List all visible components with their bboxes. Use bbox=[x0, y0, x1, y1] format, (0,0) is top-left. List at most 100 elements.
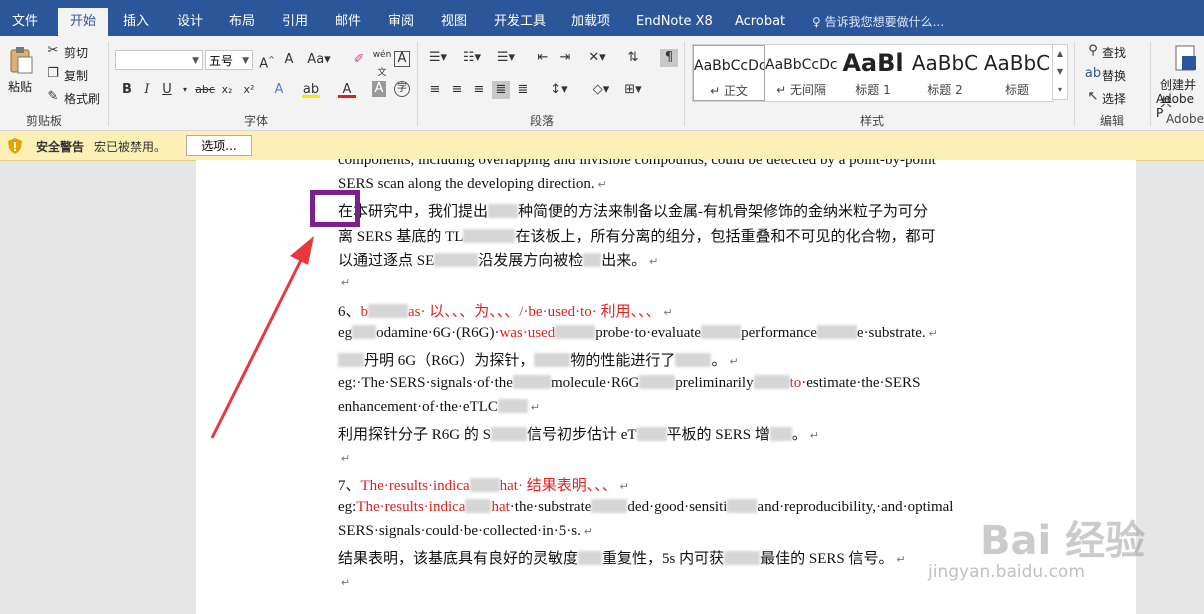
doc-line: SERS·signals·could·be·collected·in·5·s. ↵ bbox=[338, 523, 594, 539]
style-sample: AaBbC bbox=[983, 51, 1051, 75]
tab-developer[interactable]: 开发工具 bbox=[494, 0, 546, 36]
doc-line: 在本研究中，我们提出 种简便的方法来制备以金属-有机骨架修饰的金纳米粒子为可分 bbox=[338, 204, 929, 220]
tab-file[interactable]: 文件 bbox=[12, 0, 38, 36]
doc-heading: 7、The·results·indica hat· 结果表明、、、 ↵ bbox=[338, 478, 629, 494]
tab-home[interactable]: 开始 bbox=[58, 8, 109, 36]
change-case-icon[interactable]: Aa▾ bbox=[306, 51, 332, 69]
clear-format-icon[interactable]: ✐ bbox=[350, 51, 368, 69]
cursor-icon[interactable]: ↖ bbox=[1084, 88, 1102, 106]
bold-icon[interactable]: B bbox=[118, 81, 136, 99]
divider bbox=[417, 42, 418, 126]
replace-icon[interactable]: ab bbox=[1084, 65, 1102, 83]
font-name-combo[interactable]: ▼ bbox=[115, 50, 203, 70]
scissors-icon[interactable]: ✂ bbox=[44, 42, 62, 60]
replace-button[interactable]: 替换 bbox=[1102, 67, 1126, 84]
select-button[interactable]: 选择 bbox=[1102, 90, 1126, 107]
align-center-icon[interactable]: ≡ bbox=[448, 81, 466, 99]
style-title[interactable]: AaBbC 标题 bbox=[981, 45, 1053, 101]
align-right-icon[interactable]: ≡ bbox=[470, 81, 488, 99]
tab-view[interactable]: 视图 bbox=[441, 0, 467, 36]
tab-design[interactable]: 设计 bbox=[177, 0, 203, 36]
underline-icon[interactable]: U bbox=[158, 81, 176, 99]
style-no-spacing[interactable]: AaBbCcDc ↵ 无间隔 bbox=[765, 45, 837, 101]
doc-line: 离 SERS 基底的 TL 在该板上，所有分离的组分，包括重叠和不可见的化合物，都… bbox=[338, 229, 936, 245]
increase-indent-icon[interactable]: ⇥ bbox=[556, 49, 574, 67]
doc-line: eg:The·results·indica hat·the·substrate de… bbox=[338, 499, 954, 515]
find-button[interactable]: 查找 bbox=[1102, 44, 1126, 61]
tell-me-text: 告诉我您想要做什么... bbox=[824, 15, 945, 29]
font-size-combo[interactable]: 五号 ▼ bbox=[205, 50, 253, 70]
style-sample: AaBbC bbox=[911, 51, 979, 75]
strikethrough-icon[interactable]: abc bbox=[194, 81, 216, 99]
lightbulb-icon: ♀ bbox=[812, 15, 825, 29]
styles-scrollbar[interactable]: ▲ ▼ ▾ bbox=[1052, 44, 1068, 100]
editing-group-label: 编辑 bbox=[1100, 114, 1125, 128]
copy-button[interactable]: 复制 bbox=[64, 67, 88, 84]
adobe-group-label: Adobe bbox=[1166, 112, 1204, 126]
doc-line: ↵ bbox=[341, 577, 351, 589]
font-group-label: 字体 bbox=[244, 114, 269, 128]
style-heading-2[interactable]: AaBbC 标题 2 bbox=[909, 45, 981, 101]
paste-button[interactable]: 粘贴 bbox=[8, 78, 32, 95]
cut-button[interactable]: 剪切 bbox=[64, 44, 88, 61]
security-warning-title: 安全警告 bbox=[36, 140, 85, 154]
italic-icon[interactable]: I bbox=[138, 81, 156, 99]
tab-review[interactable]: 审阅 bbox=[388, 0, 414, 36]
doc-line: 以通过逐点 SE 沿发展方向被检 出来。 ↵ bbox=[338, 253, 659, 269]
multilevel-list-icon[interactable]: ☰▾ bbox=[494, 49, 518, 67]
doc-line: eg:·The·SERS·signals·of·the molecule·R6G p… bbox=[338, 375, 921, 391]
style-normal[interactable]: AaBbCcDc ↵ 正文 bbox=[693, 45, 765, 101]
grow-font-icon[interactable]: A^ bbox=[258, 51, 276, 71]
tab-mailings[interactable]: 邮件 bbox=[335, 0, 361, 36]
char-shading-icon[interactable]: A bbox=[372, 81, 386, 97]
doc-line: 结果表明，该基底具有良好的灵敏度 重复性，5s 内可获 最佳的 SERS 信号。 ↵ bbox=[338, 551, 906, 567]
tab-addins[interactable]: 加载项 bbox=[571, 0, 610, 36]
line-spacing-icon[interactable]: ↕▾ bbox=[546, 81, 572, 99]
bullets-icon[interactable]: ☰▾ bbox=[426, 49, 450, 67]
security-warning-message: 宏已被禁用。 bbox=[94, 140, 167, 154]
chinese-layout-icon[interactable]: ✕▾ bbox=[586, 49, 608, 67]
doc-line: 利用探针分子 R6G 的 S 信号初步估计 eT 平板的 SERS 增。 ↵ bbox=[338, 427, 820, 443]
style-name: ↵ 无间隔 bbox=[776, 83, 826, 97]
style-heading-1[interactable]: AaBl 标题 1 bbox=[837, 45, 909, 101]
tab-endnote[interactable]: EndNote X8 bbox=[636, 0, 713, 36]
chevron-down-icon[interactable]: ▾ bbox=[176, 81, 194, 99]
highlight-icon[interactable]: ab bbox=[302, 81, 320, 98]
distributed-icon[interactable]: ≣ bbox=[514, 81, 532, 99]
tab-insert[interactable]: 插入 bbox=[123, 0, 149, 36]
doc-line: 丹明 6G（R6G）为探针， 物的性能进行了。 ↵ bbox=[338, 349, 739, 370]
tell-me-box[interactable]: ♀ 告诉我您想要做什么... bbox=[812, 0, 944, 36]
style-name: 标题 bbox=[1004, 83, 1029, 97]
paragraph-group-label: 段落 bbox=[530, 114, 555, 128]
enclose-char-icon[interactable]: 字 bbox=[394, 81, 410, 97]
styles-group-label: 样式 bbox=[860, 114, 885, 128]
numbering-icon[interactable]: ☷▾ bbox=[460, 49, 484, 67]
show-marks-icon[interactable]: ¶ bbox=[660, 49, 678, 67]
search-icon[interactable]: ⚲ bbox=[1084, 42, 1102, 60]
copy-icon[interactable]: ❐ bbox=[44, 65, 62, 83]
pdf-icon[interactable] bbox=[1170, 44, 1200, 74]
decrease-indent-icon[interactable]: ⇤ bbox=[534, 49, 552, 67]
borders-icon[interactable]: ⊞▾ bbox=[620, 81, 646, 99]
format-painter-icon[interactable]: ✎ bbox=[44, 88, 62, 106]
paste-icon[interactable] bbox=[8, 46, 34, 74]
doc-line: ↵ bbox=[341, 277, 351, 289]
tab-layout[interactable]: 布局 bbox=[229, 0, 255, 36]
shrink-font-icon[interactable]: A bbox=[280, 51, 298, 69]
font-color-icon[interactable]: A bbox=[338, 81, 356, 98]
char-border-icon[interactable]: A bbox=[394, 51, 410, 67]
options-button[interactable]: 选项... bbox=[186, 135, 252, 156]
align-left-icon[interactable]: ≡ bbox=[426, 81, 444, 99]
divider bbox=[1150, 42, 1151, 126]
superscript-icon[interactable]: x² bbox=[240, 81, 258, 99]
tab-references[interactable]: 引用 bbox=[282, 0, 308, 36]
justify-icon[interactable]: ≣ bbox=[492, 81, 510, 99]
format-painter-button[interactable]: 格式刷 bbox=[64, 90, 100, 107]
shading-icon[interactable]: ◇▾ bbox=[588, 81, 614, 99]
phonetic-guide-icon[interactable]: wén 文 bbox=[372, 46, 392, 78]
divider bbox=[684, 42, 685, 126]
tab-acrobat[interactable]: Acrobat bbox=[735, 0, 785, 36]
subscript-icon[interactable]: x₂ bbox=[218, 81, 236, 99]
text-effects-icon[interactable]: A bbox=[270, 81, 288, 99]
sort-icon[interactable]: ⇅ bbox=[624, 49, 642, 67]
